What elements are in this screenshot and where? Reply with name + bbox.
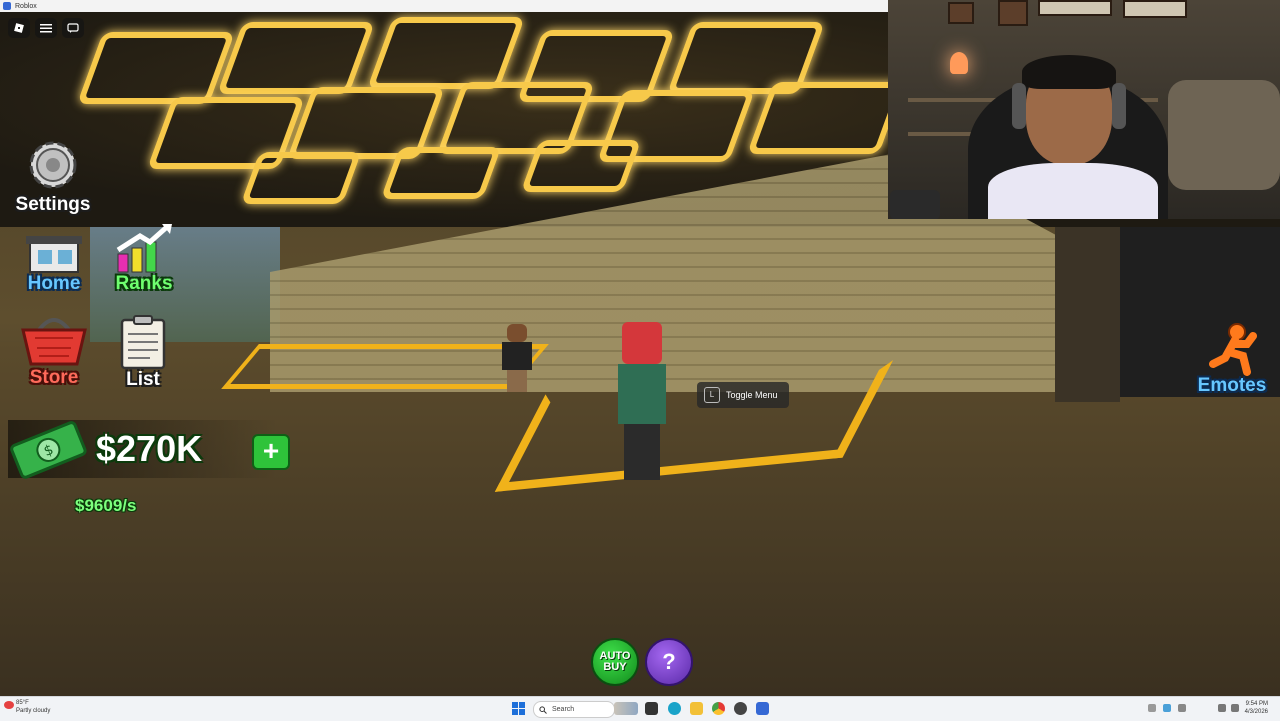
money-per-second: $9609/s xyxy=(75,496,137,515)
search-placeholder: Search xyxy=(552,706,575,713)
shopping-basket-icon xyxy=(21,318,87,366)
taskbar: 85°F Partly cloudy Search 9:54 PM 4/3/20… xyxy=(0,696,1280,721)
hamburger-icon xyxy=(40,24,52,33)
clipboard-icon xyxy=(120,315,166,370)
shirt xyxy=(988,163,1158,219)
tray-mic-icon[interactable] xyxy=(1178,704,1186,712)
ceiling-light xyxy=(746,82,906,154)
roblox-logo-button[interactable] xyxy=(8,18,30,38)
avatar-hair xyxy=(622,322,662,364)
auto-buy-button[interactable]: AUTO BUY xyxy=(591,638,639,686)
store-label: Store xyxy=(29,367,79,388)
ceiling-light xyxy=(240,152,362,204)
roblox-taskbar-icon[interactable] xyxy=(756,702,769,715)
chrome-icon[interactable] xyxy=(712,702,725,715)
widget-thumbnail-icon[interactable] xyxy=(614,702,638,715)
roblox-app-icon xyxy=(3,2,11,10)
player-avatar[interactable] xyxy=(612,322,672,480)
emotes-label: Emotes xyxy=(1197,375,1267,396)
avatar-legs xyxy=(624,424,660,480)
roblox-logo-icon xyxy=(14,23,24,33)
window-title: Roblox xyxy=(15,2,37,10)
avatar-torso xyxy=(618,364,666,424)
wall-picture xyxy=(998,0,1028,26)
home-label: Home xyxy=(27,273,81,294)
toggle-menu-label: Toggle Menu xyxy=(726,390,778,400)
auto-buy-label: AUTO BUY xyxy=(599,650,631,673)
obs-icon[interactable] xyxy=(734,702,747,715)
weather-icon xyxy=(4,701,14,709)
lamp xyxy=(950,52,968,74)
clock-date: 4/3/2026 xyxy=(1244,709,1268,715)
hair xyxy=(1022,55,1116,89)
search-icon xyxy=(539,705,547,714)
chat-button[interactable] xyxy=(62,18,84,38)
rank-chart-icon xyxy=(116,224,172,273)
ceiling-light xyxy=(520,140,642,192)
roblox-top-bar xyxy=(8,18,84,38)
add-money-button[interactable]: + xyxy=(252,434,290,470)
weather-desc: Partly cloudy xyxy=(16,708,51,714)
ceiling-light xyxy=(380,147,502,199)
avatar-head xyxy=(507,324,527,342)
task-view-icon[interactable] xyxy=(645,702,658,715)
headphones xyxy=(1112,83,1126,129)
settings-button[interactable]: Settings xyxy=(8,135,98,214)
ceiling-light xyxy=(366,17,526,89)
weather-widget[interactable]: 85°F Partly cloudy xyxy=(16,699,50,715)
menu-button[interactable] xyxy=(35,18,57,38)
house-icon xyxy=(26,236,82,273)
cash-icon: $ xyxy=(10,421,87,479)
ranks-button[interactable]: Ranks xyxy=(108,222,180,293)
ceiling-light xyxy=(216,22,376,94)
tray-chevron-icon[interactable] xyxy=(1148,704,1156,712)
wifi-icon[interactable] xyxy=(1218,704,1226,712)
gear-icon xyxy=(29,141,77,189)
headphones xyxy=(1012,83,1026,129)
list-label: List xyxy=(126,369,160,390)
wall-picture xyxy=(948,2,974,24)
running-figure-icon xyxy=(1209,323,1257,376)
store-button[interactable]: Store xyxy=(16,310,92,387)
clock-time: 9:54 PM xyxy=(1245,701,1268,707)
volume-icon[interactable] xyxy=(1231,704,1239,712)
list-button[interactable]: List xyxy=(110,314,176,389)
file-explorer-icon[interactable] xyxy=(690,702,703,715)
ceiling-light xyxy=(76,32,236,104)
taskbar-search[interactable]: Search xyxy=(533,701,615,718)
settings-label: Settings xyxy=(15,194,91,215)
webcam-overlay xyxy=(888,0,1280,219)
microphone xyxy=(890,190,940,219)
money-value: $270K xyxy=(96,428,203,469)
couch xyxy=(1168,80,1280,190)
toggle-menu-prompt[interactable]: L Toggle Menu xyxy=(697,382,789,408)
weather-temp: 85°F xyxy=(16,700,29,706)
npc-avatar[interactable] xyxy=(500,324,534,392)
help-button[interactable]: ? xyxy=(645,638,693,686)
wall-picture xyxy=(1123,0,1187,18)
pillar xyxy=(1055,227,1120,402)
avatar-torso xyxy=(502,342,532,370)
home-button[interactable]: Home xyxy=(18,228,90,293)
streamer xyxy=(968,55,1168,219)
tray-app-icon[interactable] xyxy=(1163,704,1171,712)
avatar-legs xyxy=(507,370,527,392)
taskbar-clock[interactable]: 9:54 PM 4/3/2026 xyxy=(1245,700,1268,716)
chat-icon xyxy=(67,22,79,33)
edge-icon[interactable] xyxy=(668,702,681,715)
wall-picture xyxy=(1038,0,1112,16)
emotes-button[interactable]: Emotes xyxy=(1188,322,1276,395)
start-button[interactable] xyxy=(512,702,525,715)
toggle-menu-key: L xyxy=(704,387,720,403)
windows-logo-icon xyxy=(512,702,518,708)
ranks-label: Ranks xyxy=(115,273,173,294)
